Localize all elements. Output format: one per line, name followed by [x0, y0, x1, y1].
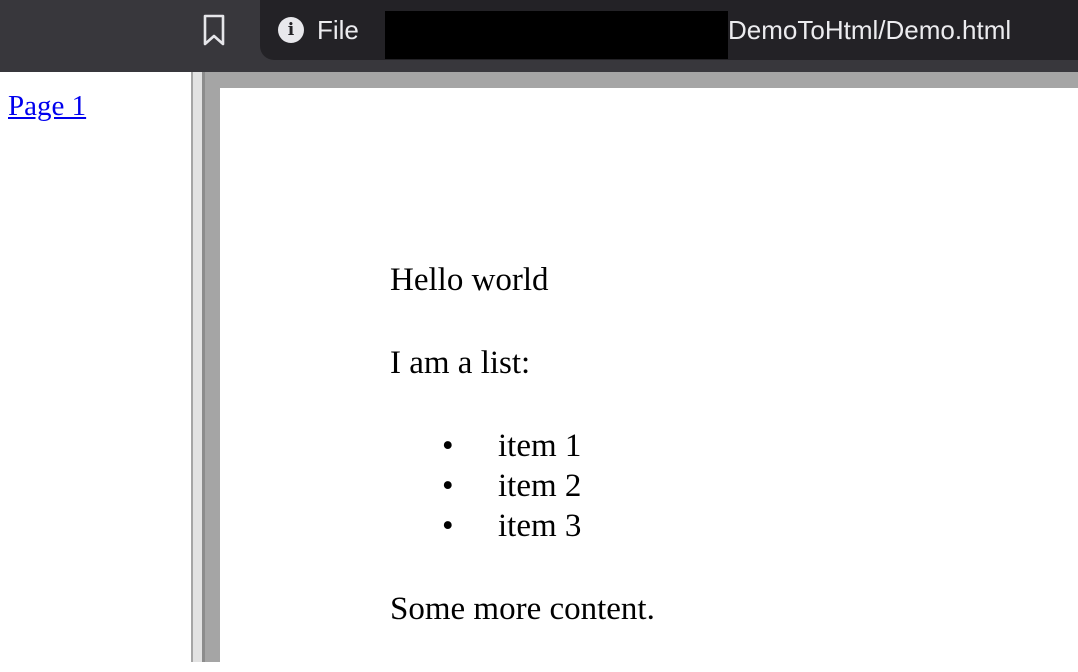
- sidebar-item-page-1[interactable]: Page 1: [8, 90, 86, 123]
- browser-toolbar: i File DemoToHtml/Demo.html: [0, 0, 1078, 72]
- info-icon[interactable]: i: [278, 17, 304, 43]
- list-item: • item 1: [390, 426, 655, 466]
- page-navigation-sidebar: Page 1: [0, 72, 191, 662]
- document-page: Hello world I am a list: • item 1 • item 2…: [220, 88, 1078, 662]
- sidebar-resize-handle[interactable]: [191, 72, 220, 662]
- url-scheme: File: [317, 15, 359, 45]
- list-item-text: item 1: [498, 428, 582, 464]
- list-item: • item 3: [390, 506, 655, 546]
- bullet-icon: •: [442, 508, 454, 544]
- footer-paragraph: Some more content.: [390, 591, 655, 627]
- bullet-icon: •: [442, 428, 454, 464]
- bookmark-icon: [203, 14, 225, 46]
- bookmark-button[interactable]: [198, 12, 230, 48]
- viewer-background: [220, 72, 1078, 88]
- address-bar[interactable]: i File DemoToHtml/Demo.html: [260, 0, 1078, 60]
- bullet-icon: •: [442, 468, 454, 504]
- divider-shadow: [202, 72, 205, 662]
- list-item-text: item 3: [498, 508, 582, 544]
- list-item-text: item 2: [498, 468, 582, 504]
- list-intro: I am a list:: [390, 345, 531, 381]
- page-heading: Hello world: [390, 262, 549, 298]
- list-item: • item 2: [390, 466, 655, 506]
- url-path: DemoToHtml/Demo.html: [728, 15, 1012, 45]
- redacted-url-segment: [385, 11, 728, 59]
- divider-highlight: [193, 72, 202, 662]
- page-content: Hello world I am a list: • item 1 • item 2…: [390, 260, 655, 672]
- bullet-list: • item 1 • item 2 • item 3: [390, 426, 655, 546]
